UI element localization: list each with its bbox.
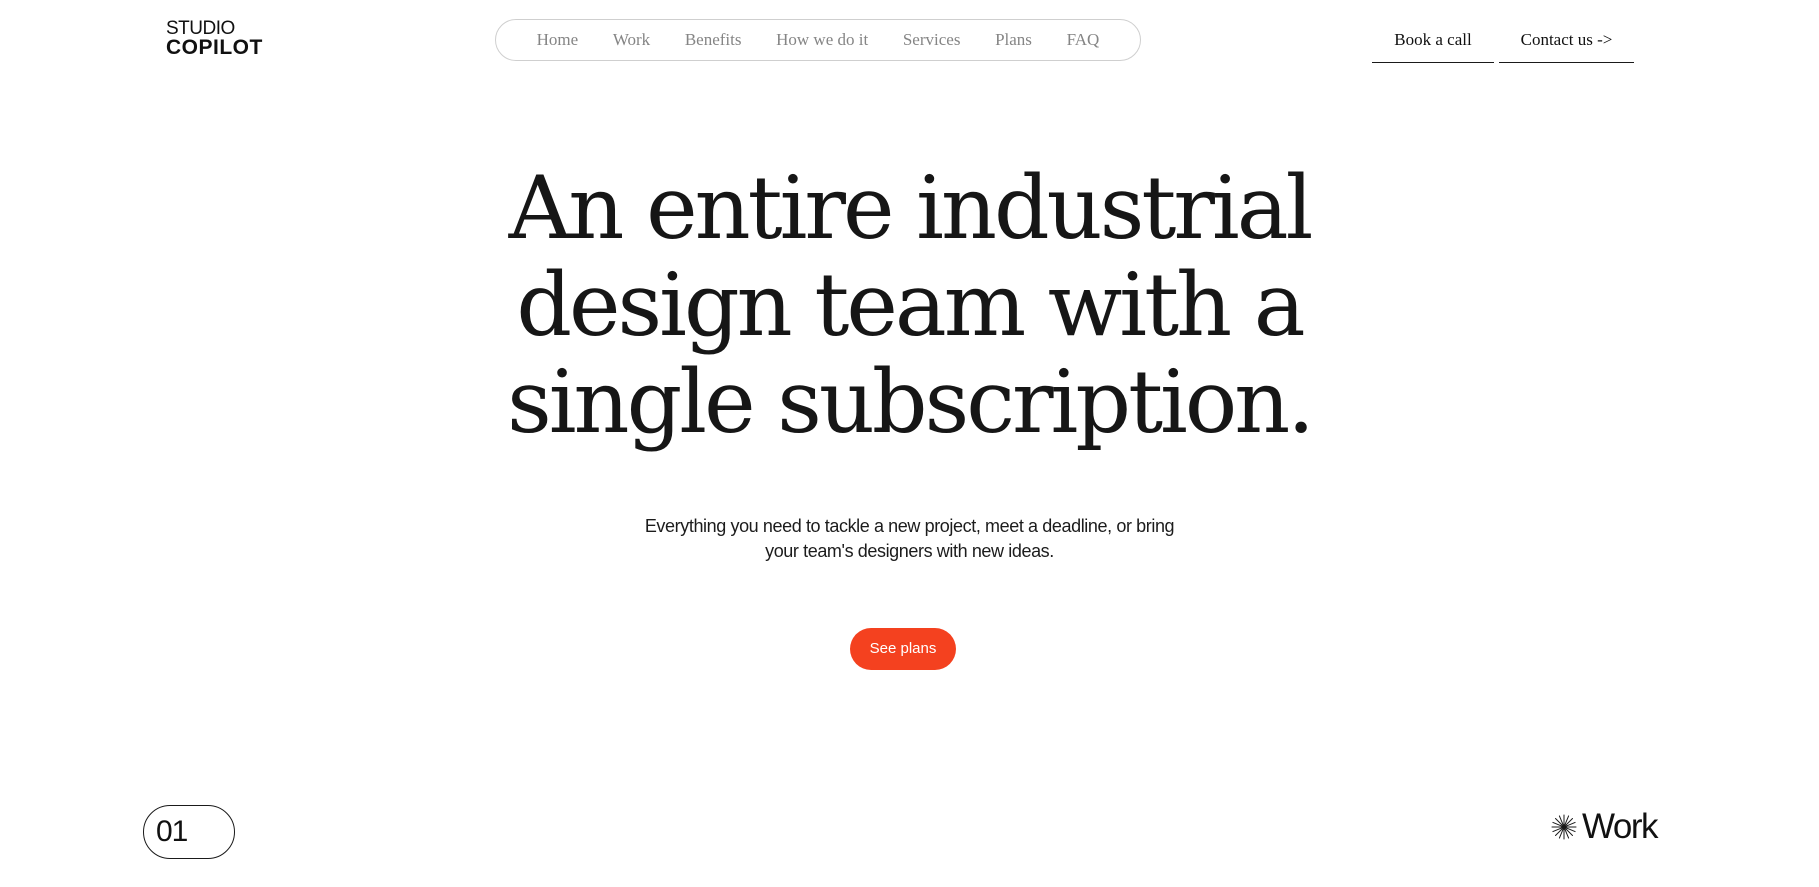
section-heading-work: Work: [1550, 805, 1659, 849]
studio-copilot-logo[interactable]: STUDIO COPILOT: [166, 19, 266, 58]
section-number-badge: 01: [143, 805, 235, 859]
hero-title-line: single subscription.: [507, 351, 1315, 453]
nav-item-plans[interactable]: Plans: [995, 30, 1032, 50]
nav-item-services[interactable]: Services: [903, 30, 961, 50]
asterisk-icon: [1551, 814, 1577, 840]
book-a-call-link[interactable]: Book a call: [1372, 19, 1494, 63]
header-actions: Book a call Contact us ->: [1372, 19, 1634, 63]
nav-item-benefits[interactable]: Benefits: [685, 30, 742, 50]
main-nav: Home Work Benefits How we do it Services…: [495, 19, 1141, 61]
hero-title-line: design team with a: [516, 254, 1305, 356]
contact-us-link[interactable]: Contact us ->: [1499, 19, 1634, 63]
nav-item-home[interactable]: Home: [537, 30, 579, 50]
hero-subtitle-line: Everything you need to tackle a new proj…: [644, 516, 1175, 536]
nav-item-how-we-do-it[interactable]: How we do it: [776, 30, 868, 50]
logo-wordmark-bottom: COPILOT: [166, 36, 263, 59]
hero-title-line: An entire industrial: [508, 157, 1314, 259]
see-plans-button[interactable]: See plans: [850, 628, 956, 670]
section-label: Work: [1582, 807, 1659, 846]
nav-item-faq[interactable]: FAQ: [1067, 30, 1100, 50]
hero-title: An entire industrial design team with a …: [0, 160, 1819, 451]
hero-subtitle-line: your team's designers with new ideas.: [765, 541, 1054, 561]
nav-item-work[interactable]: Work: [613, 30, 650, 50]
hero-subtitle: Everything you need to tackle a new proj…: [0, 514, 1819, 564]
